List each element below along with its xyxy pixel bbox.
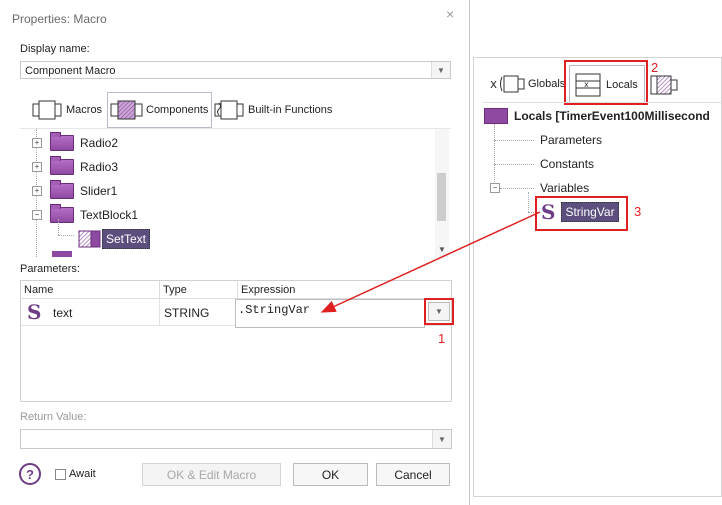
properties-dialog: Properties: Macro × Display name: Compon… xyxy=(0,0,470,505)
parameters-grid[interactable]: Name Type Expression S text STRING .Stri… xyxy=(20,280,452,402)
tree-item-parameters[interactable]: Parameters xyxy=(540,133,602,147)
column-divider xyxy=(237,281,238,298)
folder-icon xyxy=(50,155,74,175)
tree-guide-line xyxy=(494,124,496,188)
return-value-label: Return Value: xyxy=(20,411,87,423)
param-type: STRING xyxy=(164,306,210,320)
tree-scrollbar[interactable]: ▼ xyxy=(435,129,449,257)
tree-root[interactable]: Locals [TimerEvent100Millisecond xyxy=(484,108,710,124)
expand-icon[interactable]: + xyxy=(32,161,42,172)
tree-item-variables[interactable]: Variables xyxy=(540,181,589,195)
component-tree[interactable]: + Radio2 + Radio3 + Slider1 − TextBlock1 xyxy=(20,128,451,259)
expression-value: .StringVar xyxy=(238,303,311,317)
expression-input[interactable]: .StringVar xyxy=(235,299,425,328)
expand-icon[interactable]: + xyxy=(32,137,42,148)
annotation-label-3: 3 xyxy=(634,204,642,219)
display-name-label: Display name: xyxy=(20,43,90,55)
folder-icon xyxy=(52,251,72,257)
column-divider xyxy=(159,281,160,298)
annotation-label-2: 2 xyxy=(651,60,659,75)
tree-guide-line xyxy=(500,188,534,190)
component-tab-icon[interactable] xyxy=(650,74,680,98)
tree-guide-line xyxy=(58,235,74,237)
macros-icon xyxy=(32,100,62,120)
chevron-down-icon[interactable]: ▼ xyxy=(432,430,451,448)
annotation-box-2 xyxy=(564,60,648,105)
tree-item-settext[interactable]: SetText xyxy=(78,227,151,250)
tab-macros[interactable]: Macros xyxy=(32,98,102,122)
tree-guide-line xyxy=(528,192,530,212)
collapse-icon[interactable]: − xyxy=(490,183,500,193)
collapse-icon[interactable]: − xyxy=(32,209,42,220)
tree-guide-line xyxy=(494,140,534,142)
await-label: Await xyxy=(69,468,96,480)
ok-button[interactable]: OK xyxy=(293,463,368,486)
await-checkbox[interactable] xyxy=(55,469,66,480)
tree-item-constants[interactable]: Constants xyxy=(540,157,594,171)
tab-globals[interactable]: x Globals xyxy=(488,72,565,96)
header-type: Type xyxy=(163,284,187,296)
ok-edit-macro-button[interactable]: OK & Edit Macro xyxy=(142,463,281,486)
tree-guide-line xyxy=(494,164,534,166)
param-name: text xyxy=(53,306,73,320)
annotation-label-1: 1 xyxy=(438,331,446,346)
locals-root-icon xyxy=(484,108,508,124)
dialog-title: Properties: Macro xyxy=(12,12,107,26)
settext-label: SetText xyxy=(102,228,151,249)
tree-item-radio3[interactable]: + Radio3 xyxy=(32,155,118,178)
chevron-down-icon[interactable]: ▼ xyxy=(431,62,450,78)
tree-item-stringvar[interactable]: S StringVar xyxy=(541,202,619,222)
return-value-combo[interactable]: ▼ xyxy=(20,429,452,449)
help-icon[interactable]: ? xyxy=(19,463,41,485)
folder-icon xyxy=(50,203,74,223)
expression-dropdown-button[interactable]: ▼ xyxy=(428,302,450,321)
header-name: Name xyxy=(24,284,54,296)
variables-panel: x Globals x Locals 2 Locals [TimerEvent1… xyxy=(473,57,722,497)
string-variable-icon: S xyxy=(541,200,556,224)
svg-text:x: x xyxy=(490,77,497,91)
table-row[interactable]: S text STRING .StringVar xyxy=(21,299,451,328)
stringvar-label: StringVar xyxy=(561,202,619,222)
locals-root-label: Locals [TimerEvent100Millisecond xyxy=(514,109,710,123)
tree-item-slider1[interactable]: + Slider1 xyxy=(32,179,117,202)
builtin-functions-icon xyxy=(214,100,244,120)
globals-icon: x xyxy=(490,75,525,93)
scroll-down-icon[interactable]: ▼ xyxy=(438,245,446,254)
string-variable-icon: S xyxy=(27,300,42,324)
tree-guide-line xyxy=(58,219,60,235)
component-macro-icon xyxy=(78,230,101,247)
close-icon[interactable]: × xyxy=(446,6,454,22)
tree-item-radio2[interactable]: + Radio2 xyxy=(32,131,118,154)
folder-icon xyxy=(50,179,74,199)
grid-header: Name Type Expression xyxy=(21,281,451,299)
display-name-combo[interactable]: Component Macro ▼ xyxy=(20,61,451,79)
parameters-label: Parameters: xyxy=(20,263,80,275)
tab-divider xyxy=(482,102,722,103)
tab-built-in-functions[interactable]: Built-in Functions xyxy=(214,98,332,122)
components-icon xyxy=(110,100,143,120)
expand-icon[interactable]: + xyxy=(32,185,42,196)
display-name-value: Component Macro xyxy=(25,65,116,77)
folder-icon xyxy=(50,131,74,151)
column-divider xyxy=(159,299,160,325)
tree-item-textblock1[interactable]: − TextBlock1 xyxy=(32,203,138,226)
cancel-button[interactable]: Cancel xyxy=(376,463,450,486)
tab-components[interactable]: Components xyxy=(107,92,212,128)
header-expression: Expression xyxy=(241,284,296,296)
scrollbar-thumb[interactable] xyxy=(437,173,446,221)
